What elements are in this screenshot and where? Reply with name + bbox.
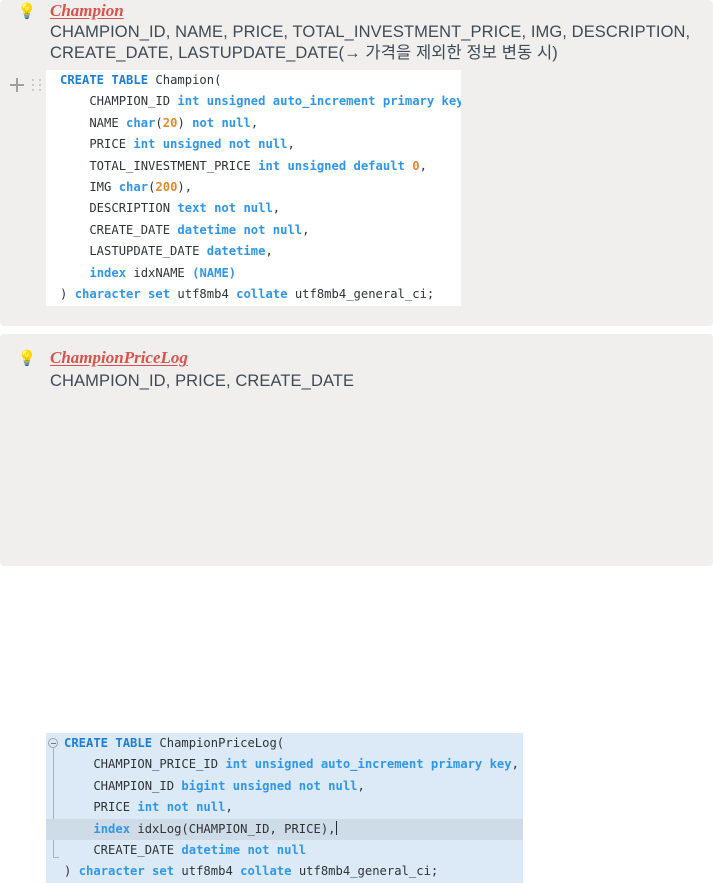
- code-line[interactable]: index idxLog(CHAMPION_ID, PRICE),: [46, 818, 523, 840]
- code-token: ): [228, 265, 237, 280]
- code-token: (: [155, 115, 163, 130]
- code-line[interactable]: CHAMPION_PRICE_ID int unsigned auto_incr…: [46, 754, 523, 775]
- code-line[interactable]: CREATE_DATE datetime not null: [46, 840, 523, 861]
- code-token: ,: [302, 222, 310, 237]
- drag-handle-icon[interactable]: [32, 79, 43, 92]
- code-block-championpricelog[interactable]: CREATE TABLE ChampionPriceLog( CHAMPION_…: [46, 733, 523, 883]
- code-block-champion[interactable]: CREATE TABLE Champion( CHAMPION_ID int u…: [46, 70, 461, 306]
- lightbulb-icon: 💡: [17, 350, 37, 367]
- code-token: CHAMPION_ID: [60, 94, 178, 109]
- code-line[interactable]: CREATE TABLE ChampionPriceLog(: [46, 733, 523, 754]
- code-token: collate: [236, 286, 295, 301]
- code-token: ,: [225, 800, 233, 815]
- code-token: datetime not null: [181, 842, 307, 857]
- section-title-championpricelog: ChampionPriceLog: [50, 348, 188, 367]
- code-token: int unsigned auto_increment primary key: [225, 757, 512, 772]
- note-card-champion: 💡 Champion CHAMPION_ID, NAME, PRICE, TOT…: [0, 0, 713, 326]
- code-token: ): [177, 115, 193, 130]
- code-token: ,: [287, 137, 295, 152]
- note-page: 💡 Champion CHAMPION_ID, NAME, PRICE, TOT…: [0, 0, 713, 883]
- code-token: int unsigned not null: [133, 137, 288, 152]
- note-card-championpricelog: 💡 ChampionPriceLog CHAMPION_ID, PRICE, C…: [0, 334, 713, 883]
- code-token: int unsigned default: [258, 158, 413, 173]
- code-line[interactable]: index idxNAME (NAME): [46, 263, 461, 284]
- code-token: index: [89, 265, 127, 280]
- code-line[interactable]: CREATE_DATE datetime not null,: [46, 220, 461, 241]
- lightbulb-icon: 💡: [17, 3, 37, 20]
- code-token: IMG: [60, 179, 119, 194]
- code-token: datetime not null: [177, 222, 303, 237]
- column-list-line-1: CHAMPION_ID, PRICE, CREATE_DATE: [50, 372, 355, 390]
- code-token: character set: [78, 864, 182, 879]
- column-list-line-2: CREATE_DATE, LASTUPDATE_DATE(→ 가격을 제외한 정…: [50, 44, 558, 62]
- code-line[interactable]: ) character set utf8mb4 collate utf8mb4_…: [46, 861, 523, 882]
- code-token: CREATE_DATE: [64, 842, 182, 857]
- code-token: LASTUPDATE_DATE: [60, 244, 207, 259]
- code-token: utf8mb4: [177, 286, 237, 301]
- code-token: datetime: [206, 244, 266, 259]
- code-token: ): [60, 286, 75, 301]
- code-token: ,: [419, 158, 427, 173]
- code-token: ChampionPriceLog(: [159, 736, 285, 750]
- code-token: 200: [155, 179, 178, 194]
- code-token: PRICE: [64, 800, 138, 815]
- code-token: ,: [272, 201, 281, 216]
- section-title-champion: Champion: [50, 1, 124, 20]
- code-token: int unsigned auto_increment primary key: [177, 94, 461, 109]
- code-token: ),: [177, 179, 193, 194]
- code-token: 20: [162, 115, 178, 130]
- code-token: index: [93, 821, 131, 836]
- code-token: utf8mb4: [181, 864, 241, 879]
- code-line[interactable]: TOTAL_INVESTMENT_PRICE int unsigned defa…: [46, 156, 461, 177]
- code-token: char: [126, 115, 156, 130]
- code-token: 0: [412, 158, 420, 173]
- code-line[interactable]: PRICE int not null,: [46, 797, 523, 818]
- code-line[interactable]: DESCRIPTION text not null,: [46, 198, 461, 219]
- code-token: idxLog(CHAMPION_ID, PRICE),: [130, 821, 336, 836]
- code-token: CHAMPION_ID: [64, 778, 182, 793]
- code-line[interactable]: PRICE int unsigned not null,: [46, 134, 461, 155]
- code-token: CREATE TABLE: [64, 736, 160, 750]
- code-line[interactable]: CHAMPION_ID int unsigned auto_increment …: [46, 91, 461, 112]
- code-token: CREATE_DATE: [60, 222, 178, 237]
- code-line[interactable]: LASTUPDATE_DATE datetime,: [46, 241, 461, 262]
- code-token: DESCRIPTION: [60, 201, 178, 216]
- add-block-icon[interactable]: [8, 76, 26, 94]
- code-token: not null: [192, 115, 251, 130]
- code-token: ,: [357, 778, 365, 793]
- code-token: idxNAME: [126, 265, 193, 280]
- code-token: NAME: [199, 265, 229, 280]
- code-token: int not null: [137, 800, 226, 815]
- code-token: utf8mb4_general_ci;: [294, 286, 435, 301]
- code-token: CHAMPION_PRICE_ID: [64, 757, 226, 772]
- code-token: ,: [511, 757, 519, 772]
- code-token: Champion(: [155, 73, 222, 87]
- code-token: char: [118, 179, 149, 194]
- editor-gutter-widgets: [6, 76, 48, 94]
- code-line[interactable]: ) character set utf8mb4 collate utf8mb4_…: [46, 284, 461, 305]
- text-cursor: [335, 820, 337, 835]
- code-token: ): [64, 864, 79, 879]
- code-token: PRICE: [60, 137, 134, 152]
- code-token: CREATE TABLE: [60, 73, 156, 87]
- code-line[interactable]: IMG char(200),: [46, 177, 461, 198]
- column-list-line-1: CHAMPION_ID, NAME, PRICE, TOTAL_INVESTME…: [50, 23, 691, 41]
- code-token: TOTAL_INVESTMENT_PRICE: [60, 158, 259, 173]
- code-token: character set: [74, 286, 178, 301]
- code-line[interactable]: CHAMPION_ID bigint unsigned not null,: [46, 776, 523, 797]
- code-lines-champion: CREATE TABLE Champion( CHAMPION_ID int u…: [46, 70, 461, 305]
- code-token: ,: [250, 115, 259, 130]
- code-token: ,: [265, 244, 273, 259]
- code-token: NAME: [60, 115, 127, 130]
- code-line[interactable]: CREATE TABLE Champion(: [46, 70, 461, 91]
- code-token: text not null: [177, 201, 273, 216]
- code-line[interactable]: NAME char(20) not null,: [46, 113, 461, 134]
- code-token: bigint unsigned not null: [181, 778, 358, 793]
- code-token: utf8mb4_general_ci;: [298, 864, 439, 879]
- code-lines-championpricelog: CREATE TABLE ChampionPriceLog( CHAMPION_…: [46, 733, 523, 883]
- code-token: collate: [240, 864, 299, 879]
